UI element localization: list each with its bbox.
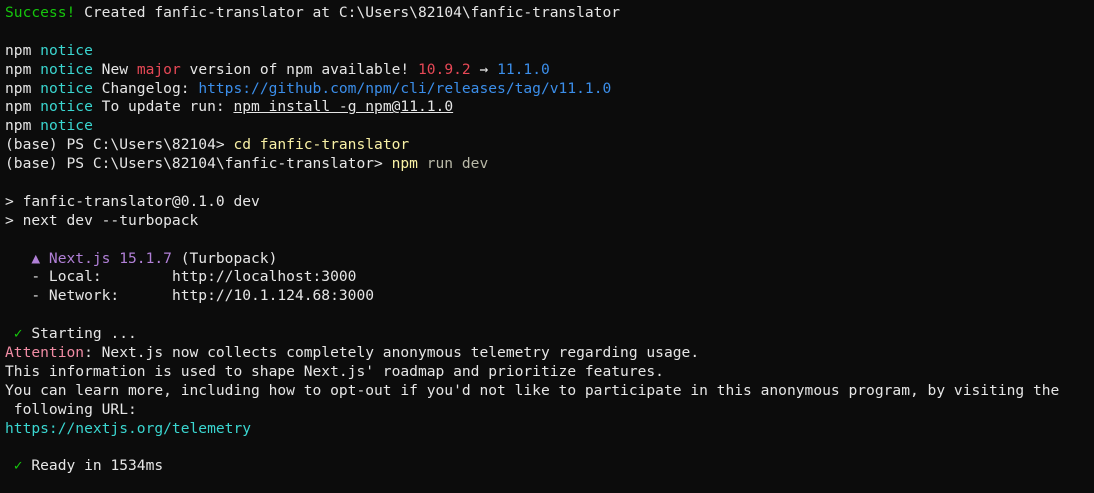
new-version-mid: version of npm available! bbox=[180, 60, 418, 78]
attention-text: : Next.js now collects completely anonym… bbox=[84, 344, 700, 362]
shell-prompt: (base) PS C:\Users\82104\fanfic-translat… bbox=[5, 155, 392, 173]
starting-text: Starting ... bbox=[22, 325, 137, 343]
script-line: > next dev --turbopack bbox=[5, 211, 199, 229]
notice-label: notice bbox=[40, 60, 93, 78]
notice-label: notice bbox=[40, 117, 93, 135]
new-version: 11.1.0 bbox=[497, 60, 550, 78]
check-icon: ✓ bbox=[5, 457, 23, 475]
update-label: To update run: bbox=[92, 98, 234, 116]
script-line: > fanfic-translator@0.1.0 dev bbox=[5, 192, 260, 210]
update-command: npm install -g npm@11.1.0 bbox=[233, 98, 454, 116]
prompt-line-cd: (base) PS C:\Users\82104> cd fanfic-tran… bbox=[5, 136, 1094, 155]
npm-command-args: run dev bbox=[417, 155, 489, 173]
arrow-icon: → bbox=[470, 60, 498, 78]
npm-notice-changelog: npm notice Changelog: https://github.com… bbox=[5, 80, 1094, 99]
npm-label: npm bbox=[5, 60, 32, 78]
info-line: You can learn more, including how to opt… bbox=[5, 381, 1060, 399]
next-mode: (Turbopack) bbox=[171, 249, 278, 267]
local-label: - Local: bbox=[5, 268, 172, 286]
npm-label: npm bbox=[5, 117, 32, 135]
npm-command: npm bbox=[391, 155, 418, 173]
shell-prompt: (base) PS C:\Users\82104> bbox=[5, 136, 234, 154]
notice-label: notice bbox=[40, 79, 93, 97]
notice-label: notice bbox=[40, 41, 93, 59]
npm-notice-line: npm notice bbox=[5, 117, 1094, 136]
next-banner: ▲ Next.js 15.1.7 (Turbopack) bbox=[5, 250, 1094, 269]
local-url[interactable]: http://localhost:3000 bbox=[172, 268, 357, 285]
npm-notice-update: npm notice To update run: npm install -g… bbox=[5, 98, 1094, 117]
attention-line: Attention: Next.js now collects complete… bbox=[5, 344, 1094, 363]
success-line: Success! Created fanfic-translator at C:… bbox=[5, 4, 1094, 23]
changelog-label: Changelog: bbox=[92, 79, 199, 97]
check-icon: ✓ bbox=[5, 325, 23, 343]
npm-notice-line: npm notice bbox=[5, 42, 1094, 61]
success-prefix: Success! bbox=[5, 4, 76, 21]
ready-text: Ready in 1534ms bbox=[22, 457, 164, 475]
changelog-link[interactable]: https://github.com/npm/cli/releases/tag/… bbox=[198, 80, 611, 97]
terminal-window[interactable]: Success! Created fanfic-translator at C:… bbox=[0, 0, 1094, 493]
cd-command: cd fanfic-translator bbox=[233, 136, 410, 154]
npm-label: npm bbox=[5, 41, 32, 59]
next-badge: ▲ Next.js 15.1.7 bbox=[5, 249, 172, 267]
info-line: This information is used to shape Next.j… bbox=[5, 362, 664, 380]
major-label: major bbox=[136, 60, 181, 78]
notice-label: notice bbox=[40, 98, 93, 116]
prompt-line-run: (base) PS C:\Users\82104\fanfic-translat… bbox=[5, 155, 1094, 174]
network-url[interactable]: http://10.1.124.68:3000 bbox=[172, 287, 374, 304]
network-url-line: - Network: http://10.1.124.68:3000 bbox=[5, 287, 1094, 306]
telemetry-link[interactable]: https://nextjs.org/telemetry bbox=[5, 420, 1094, 439]
ready-line: ✓ Ready in 1534ms bbox=[5, 457, 1094, 476]
attention-label: Attention bbox=[5, 344, 85, 362]
old-version: 10.9.2 bbox=[417, 60, 471, 78]
npm-label: npm bbox=[5, 98, 32, 116]
success-text: Created fanfic-translator at C:\Users\82… bbox=[75, 4, 621, 21]
network-label: - Network: bbox=[5, 287, 172, 305]
starting-line: ✓ Starting ... bbox=[5, 325, 1094, 344]
info-line: following URL: bbox=[5, 400, 137, 418]
local-url-line: - Local: http://localhost:3000 bbox=[5, 268, 1094, 287]
npm-notice-new-version: npm notice New major version of npm avai… bbox=[5, 61, 1094, 80]
new-version-pre: New bbox=[92, 60, 137, 78]
npm-label: npm bbox=[5, 79, 32, 97]
